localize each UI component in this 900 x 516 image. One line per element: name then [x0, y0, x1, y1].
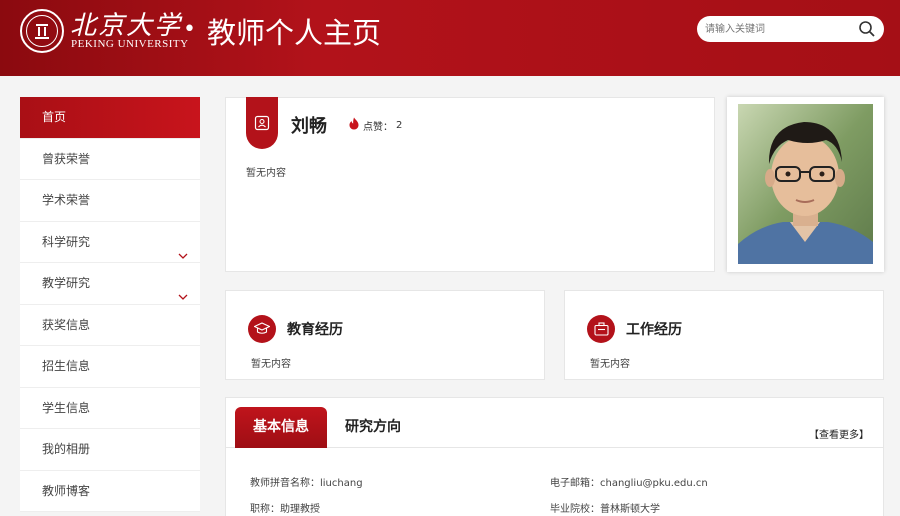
sidebar-item-label: 教师博客	[42, 483, 91, 498]
email-field: 电子邮箱：changliu@pku.edu.cn	[550, 478, 708, 489]
sidebar-item-label: 学生信息	[42, 400, 91, 415]
education-title: 教育经历	[287, 322, 343, 338]
sidebar-item-honors[interactable]: 曾获荣誉	[20, 139, 200, 180]
teacher-photo-frame	[727, 97, 884, 272]
sidebar-item-research[interactable]: 科学研究	[20, 222, 200, 263]
sidebar-item-label: 我的相册	[42, 442, 91, 456]
sidebar-item-blog[interactable]: 教师博客	[20, 471, 200, 512]
logo-chinese-name[interactable]: 北京大学	[70, 5, 182, 42]
view-more-link[interactable]: 【查看更多】	[809, 426, 869, 441]
sidebar-item-label: 学术荣誉	[42, 193, 91, 207]
sidebar-item-label: 招生信息	[42, 359, 91, 373]
pinyin-field: 教师拼音名称：liuchang	[250, 478, 363, 489]
sidebar-item-album[interactable]: 我的相册	[20, 429, 200, 471]
title-field: 职称：助理教授	[250, 504, 320, 515]
sidebar-item-teaching[interactable]: 教学研究	[20, 263, 200, 305]
flame-icon[interactable]	[348, 117, 360, 133]
logo-english-name[interactable]: PEKING UNIVERSITY	[71, 38, 189, 50]
sidebar-item-home[interactable]: 首页	[20, 97, 200, 139]
sidebar-item-label: 曾获荣誉	[42, 151, 91, 166]
like-counter[interactable]: 点赞： 2	[348, 117, 402, 133]
education-content: 暂无内容	[251, 359, 291, 370]
sidebar-item-awards[interactable]: 获奖信息	[20, 305, 200, 346]
likes-count: 2	[396, 119, 403, 131]
work-title: 工作经历	[626, 322, 682, 338]
teacher-name: 刘畅	[291, 116, 327, 137]
sidebar-nav: 首页 曾获荣誉 学术荣誉 科学研究 教学研究 获奖信息 招生信息 学生信息 我的…	[20, 97, 200, 512]
page-title: 教师个人主页	[207, 16, 382, 50]
title-separator: •	[183, 17, 196, 42]
sidebar-item-label: 科学研究	[42, 234, 91, 249]
profile-badge	[246, 97, 278, 149]
sidebar-item-students[interactable]: 学生信息	[20, 388, 200, 429]
sidebar-item-label: 获奖信息	[42, 317, 91, 332]
info-card: 基本信息 研究方向 【查看更多】 教师拼音名称：liuchang 电子邮箱：ch…	[225, 397, 884, 516]
graduation-cap-icon	[248, 315, 276, 343]
sidebar-item-label: 首页	[42, 110, 67, 124]
briefcase-icon	[587, 315, 615, 343]
likes-label: 点赞：	[363, 121, 393, 133]
sidebar-item-academic-honors[interactable]: 学术荣誉	[20, 180, 200, 222]
teacher-photo	[738, 104, 873, 264]
sidebar-item-admissions[interactable]: 招生信息	[20, 346, 200, 388]
site-header: 北京大学 PEKING UNIVERSITY • 教师个人主页	[0, 0, 900, 76]
work-card: 工作经历 暂无内容	[564, 290, 884, 380]
chevron-down-icon[interactable]	[178, 278, 188, 300]
search-input[interactable]	[705, 19, 850, 39]
info-tabs: 基本信息 研究方向 【查看更多】	[226, 398, 883, 448]
sidebar-item-label: 教学研究	[42, 276, 91, 290]
tab-research-direction[interactable]: 研究方向	[327, 407, 419, 448]
school-field: 毕业院校：普林斯顿大学	[550, 504, 660, 515]
education-card: 教育经历 暂无内容	[225, 290, 545, 380]
work-content: 暂无内容	[590, 359, 630, 370]
search-icon[interactable]	[858, 20, 876, 38]
chevron-down-icon[interactable]	[178, 237, 188, 259]
profile-card: 刘畅 点赞： 2 暂无内容	[225, 97, 715, 272]
bio-text: 暂无内容	[246, 168, 286, 179]
search-bar	[697, 16, 884, 42]
tab-basic-info[interactable]: 基本信息	[235, 407, 327, 448]
pku-seal-icon[interactable]	[20, 9, 64, 53]
